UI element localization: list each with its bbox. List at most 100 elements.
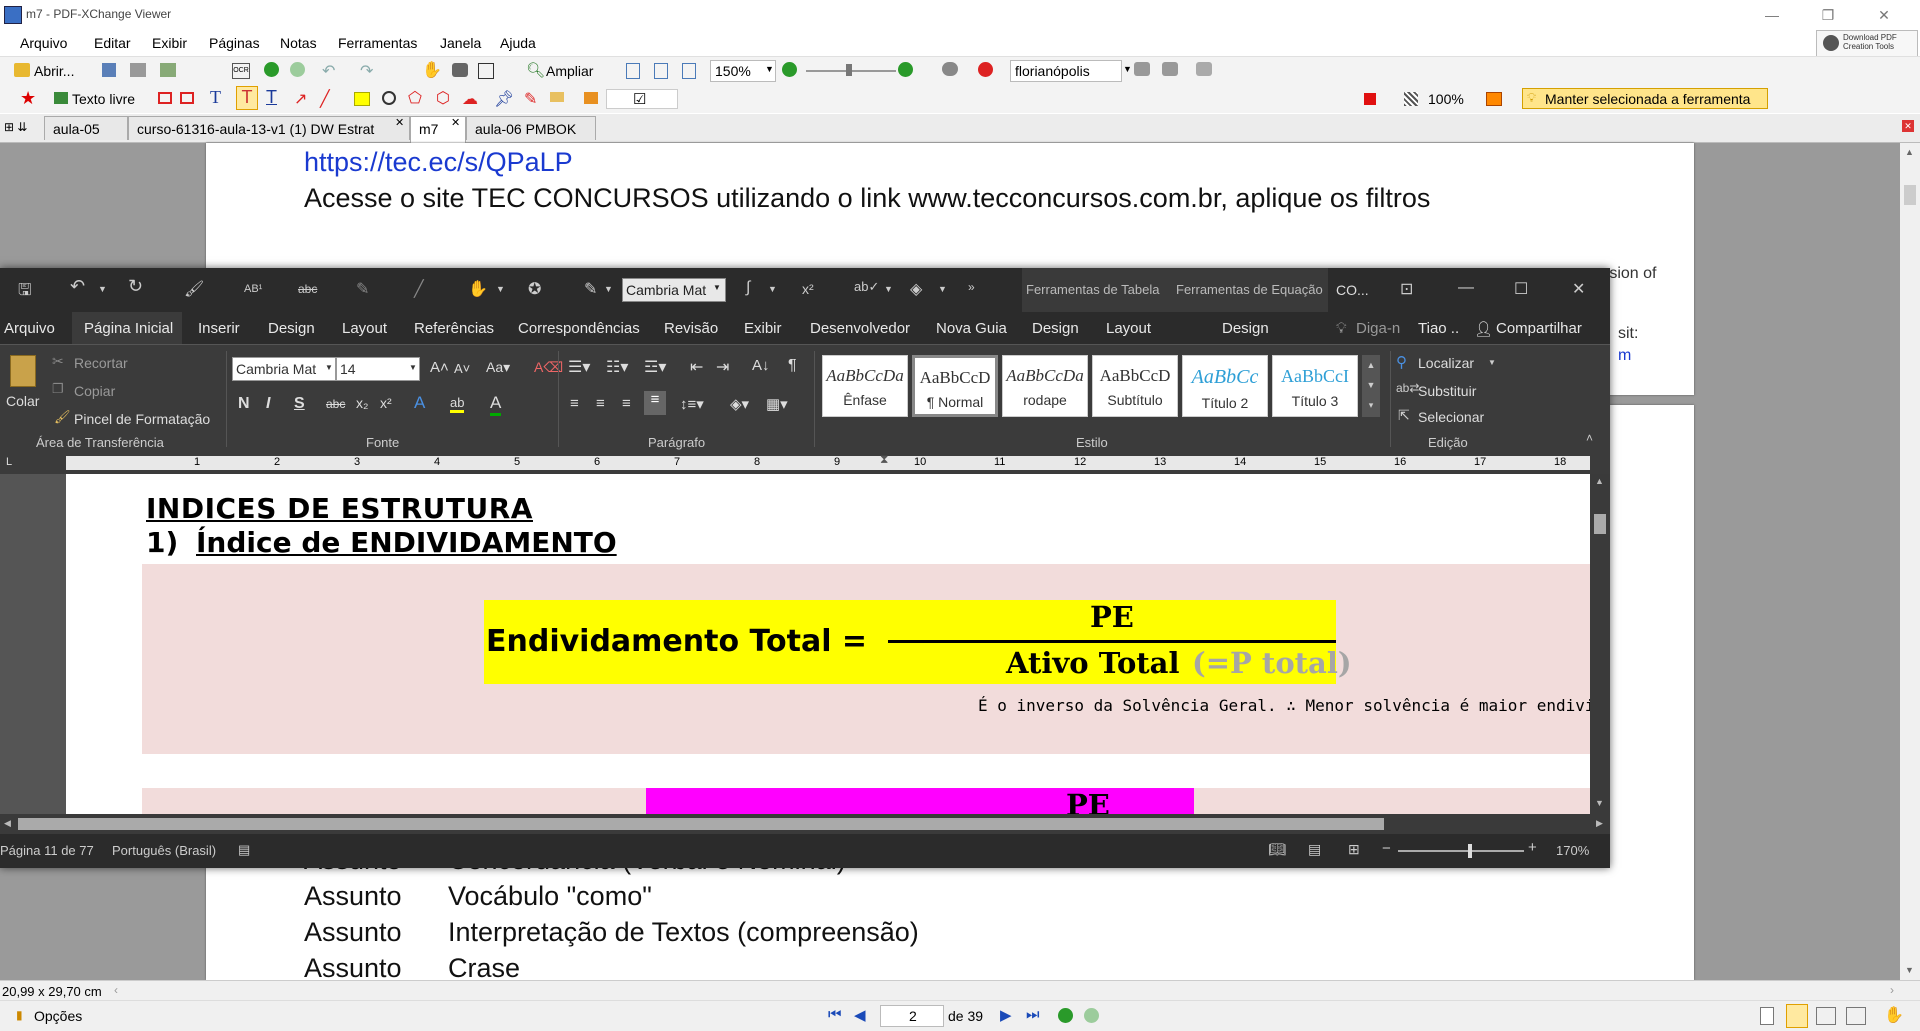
scroll-left-icon[interactable]: ◀ (4, 818, 11, 829)
grow-font-icon[interactable]: A˄ (430, 359, 449, 376)
style-normal[interactable]: AaBbCcD ¶ Normal (912, 355, 998, 417)
menu-ajuda[interactable]: Ajuda (500, 35, 536, 51)
tab-aula-06[interactable]: aula-06 PMBOK II (466, 116, 596, 161)
zoom-level[interactable]: 170% (1556, 843, 1589, 858)
subscript-icon[interactable]: x₂ (356, 395, 368, 411)
undo-dropdown-icon[interactable]: ▼ (98, 284, 107, 294)
tab-inserir[interactable]: Inserir (198, 320, 240, 337)
redo-icon[interactable]: ↷ (360, 61, 373, 81)
menu-janela[interactable]: Janela (440, 35, 481, 51)
strikethrough-icon[interactable]: abc (326, 397, 345, 411)
close-button[interactable]: ✕ (1864, 4, 1904, 26)
search-prev-icon[interactable] (1134, 62, 1150, 76)
align-left-icon[interactable]: ≡ (570, 395, 579, 412)
back-icon[interactable] (264, 62, 279, 77)
hscroll-left-icon[interactable]: ‹ (114, 983, 118, 997)
zoom-out-icon[interactable] (782, 62, 797, 77)
facing-continuous-icon[interactable] (1846, 1007, 1866, 1025)
save-icon[interactable]: 🖫 (18, 279, 32, 306)
underline-icon[interactable]: T (266, 87, 277, 108)
close-all-tabs-icon[interactable]: ✕ (1902, 120, 1914, 132)
user-name[interactable]: Tiao .. (1418, 320, 1459, 337)
spelling-icon[interactable]: ab✓ (854, 279, 879, 295)
word-vertical-scrollbar[interactable]: ▲ ▼ (1590, 474, 1610, 814)
prev-page-icon[interactable]: ◀ (854, 1006, 866, 1024)
ribbon-display-icon[interactable]: ⊡ (1400, 279, 1413, 299)
find-dropdown-icon[interactable]: ▼ (1488, 358, 1496, 367)
paste-icon[interactable] (10, 355, 36, 387)
next-page-icon[interactable]: ▶ (1000, 1006, 1012, 1024)
format-painter-button[interactable]: Pincel de Formatação (74, 411, 210, 427)
tab-close-icon[interactable]: ✕ (395, 111, 404, 135)
scroll-thumb[interactable] (1594, 514, 1606, 534)
forward-icon[interactable] (290, 62, 305, 77)
open-button[interactable]: Abrir... (34, 63, 74, 79)
bold-button[interactable]: N (238, 395, 250, 413)
web-layout-icon[interactable]: ⊞ (1348, 841, 1360, 858)
word-horizontal-scrollbar[interactable]: ◀ ▶ (0, 814, 1610, 834)
callout-icon[interactable] (158, 92, 172, 104)
hand-icon[interactable]: ✋ (468, 279, 488, 299)
eraser-icon[interactable] (550, 92, 564, 102)
rectangle-icon[interactable] (354, 92, 370, 106)
fill-color-dropdown-icon[interactable]: ▼ (938, 284, 947, 294)
pattern-icon[interactable] (1404, 92, 1418, 106)
highlight-icon[interactable]: ab (450, 395, 465, 413)
ocr-icon[interactable]: OCR (232, 63, 250, 79)
fill-color-icon[interactable]: ◈ (910, 279, 922, 299)
scroll-right-icon[interactable]: ▶ (1596, 818, 1603, 829)
actual-size-icon[interactable] (626, 63, 640, 79)
pdf-link[interactable]: https://tec.ec/s/QPaLP (304, 147, 573, 178)
magnifier-icon[interactable]: 🔍︎ (526, 61, 545, 79)
snapshot-icon[interactable] (452, 63, 468, 77)
menu-editar[interactable]: Editar (94, 35, 131, 51)
read-mode-icon[interactable]: 📖︎ (1268, 841, 1286, 858)
tab-design[interactable]: Design (268, 320, 315, 337)
tab-table-layout[interactable]: Layout (1106, 320, 1151, 337)
cut-button[interactable]: Recortar (74, 355, 128, 371)
tab-desenvolvedor[interactable]: Desenvolvedor (810, 320, 910, 337)
zoom-select[interactable]: 150% ▼ (710, 60, 776, 82)
zoom-in-icon[interactable] (898, 62, 913, 77)
superscript-ab-icon[interactable]: AB¹ (244, 283, 262, 295)
zoom-slider[interactable] (806, 64, 896, 76)
menu-arquivo[interactable]: Arquivo (20, 35, 67, 51)
checkmark-field[interactable]: ☑ (606, 89, 678, 109)
more-qat-icon[interactable]: » (968, 280, 975, 294)
facing-icon[interactable] (1816, 1007, 1836, 1025)
history-forward-icon[interactable] (1084, 1008, 1099, 1023)
tools-icon[interactable] (1196, 62, 1212, 76)
hscroll-thumb[interactable] (18, 818, 1384, 830)
qat-font-select[interactable]: Cambria Mat ▼ (622, 278, 726, 302)
tab-nova-guia[interactable]: Nova Guia (936, 320, 1007, 337)
scroll-thumb[interactable] (1904, 185, 1916, 205)
pin-icon[interactable]: 📌︎ (494, 89, 514, 109)
styles-scroller[interactable]: ▲ ▼ ▾ (1362, 355, 1380, 417)
superscript-icon[interactable]: x² (802, 281, 814, 297)
line-icon[interactable]: ╱ (320, 89, 330, 109)
language-indicator[interactable]: Português (Brasil) (112, 843, 216, 858)
align-right-icon[interactable]: ≡ (622, 395, 631, 412)
pencil-icon[interactable]: ✎ (524, 89, 537, 109)
fit-width-icon[interactable] (682, 63, 696, 79)
tabs-menu-icon[interactable]: ⊞ ⇊ (4, 120, 27, 134)
page-indicator[interactable]: Página 11 de 77 (0, 843, 94, 858)
replace-icon[interactable]: ab⇄ (1396, 381, 1419, 395)
word-close-button[interactable]: ✕ (1572, 279, 1585, 299)
textbox-icon[interactable] (180, 92, 194, 104)
indent-marker[interactable]: ⧗ (880, 452, 888, 467)
pen-color-icon[interactable]: ✎ (584, 279, 597, 299)
menu-paginas[interactable]: Páginas (209, 35, 260, 51)
menu-exibir[interactable]: Exibir (152, 35, 187, 51)
typewriter-icon[interactable]: T (210, 87, 221, 108)
word-minimize-button[interactable]: — (1458, 279, 1474, 297)
paste-button[interactable]: Colar (6, 393, 39, 409)
hand-icon[interactable]: ✋ (422, 60, 442, 80)
search-input[interactable]: florianópolis ▼ (1010, 60, 1132, 82)
tab-curso[interactable]: curso-61316-aula-13-v1 (1) DW Estrat ✕ (128, 116, 410, 140)
decrease-indent-icon[interactable]: ⇤ (690, 357, 703, 377)
tab-arquivo[interactable]: Arquivo (4, 320, 55, 337)
numbering-icon[interactable]: ☷▾ (606, 357, 628, 377)
select-text-icon[interactable] (478, 63, 494, 79)
scroll-up-icon[interactable]: ▲ (1595, 476, 1604, 486)
